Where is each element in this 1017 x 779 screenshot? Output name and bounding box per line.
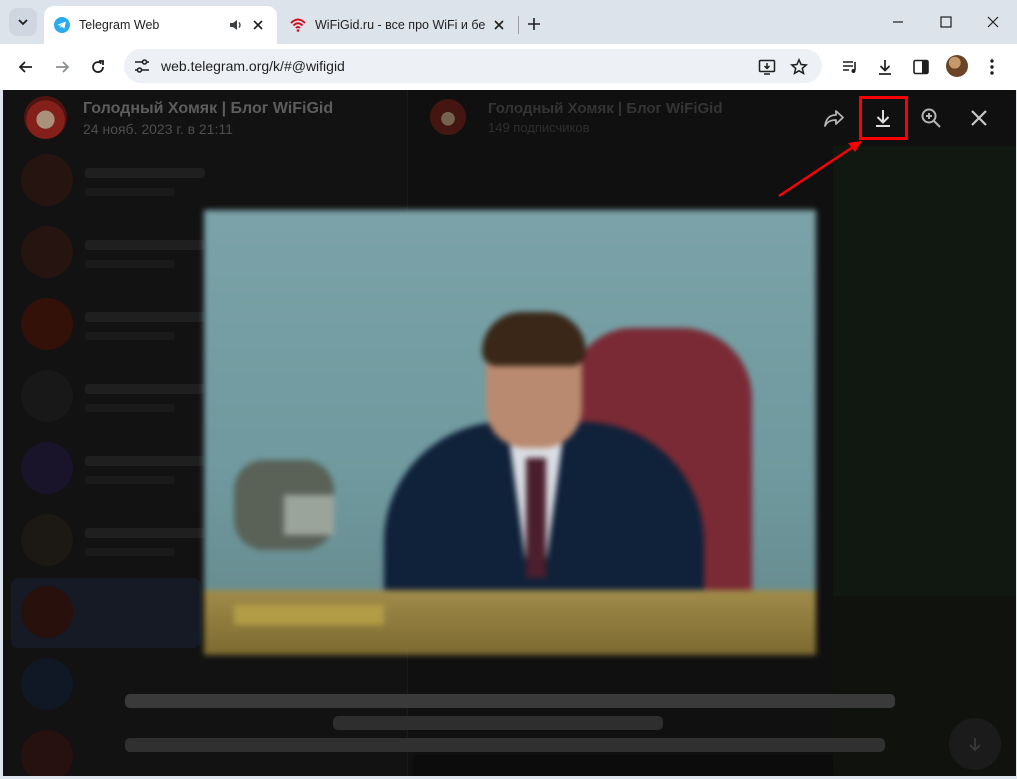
url-text[interactable]: web.telegram.org/k/#@wifigid — [161, 58, 345, 74]
address-bar[interactable]: web.telegram.org/k/#@wifigid — [124, 49, 822, 83]
media-date: 24 нояб. 2023 г. в 21:11 — [83, 121, 233, 137]
close-icon — [987, 16, 999, 28]
chat-avatar — [21, 226, 73, 278]
zoom-in-icon — [921, 108, 941, 128]
speaker-icon[interactable] — [227, 16, 245, 34]
download-icon[interactable] — [873, 55, 897, 79]
arrow-down-icon — [969, 738, 981, 752]
back-arrow-icon — [18, 61, 32, 73]
reload-button[interactable] — [84, 53, 112, 81]
reload-icon — [92, 60, 104, 73]
close-window-button[interactable] — [980, 9, 1006, 35]
chat-header-title[interactable]: Голодный Хомяк | Блог WiFiGid — [488, 100, 723, 117]
profile-avatar[interactable] — [946, 55, 968, 77]
message-caption — [125, 694, 895, 708]
close-icon — [971, 110, 987, 126]
media-author-avatar[interactable] — [24, 96, 67, 139]
maximize-icon — [940, 16, 952, 28]
message-caption — [125, 738, 885, 752]
chat-avatar — [21, 586, 73, 638]
tab-title: WiFiGid.ru - все про WiFi и бес — [315, 18, 486, 32]
chevron-down-icon — [18, 19, 28, 26]
chat-avatar — [21, 514, 73, 566]
close-tab-button[interactable] — [249, 16, 267, 34]
close-tab-button[interactable] — [490, 16, 508, 34]
scroll-down-button[interactable] — [949, 718, 1001, 770]
back-button[interactable] — [12, 53, 40, 81]
install-app-icon[interactable] — [757, 57, 777, 77]
chat-header-subscribers: 149 подписчиков — [488, 120, 590, 135]
close-icon — [494, 20, 504, 30]
media-control-icon[interactable] — [838, 55, 862, 79]
new-tab-button[interactable] — [522, 12, 546, 36]
side-panel-icon[interactable] — [909, 55, 933, 79]
tab-search-button[interactable] — [9, 8, 37, 36]
minimize-button[interactable] — [885, 9, 911, 35]
wifi-icon — [290, 18, 306, 32]
tab-wifigid[interactable]: WiFiGid.ru - все про WiFi и бес — [280, 6, 518, 44]
close-viewer-button[interactable] — [963, 102, 995, 134]
media-author-name[interactable]: Голодный Хомяк | Блог WiFiGid — [83, 100, 333, 118]
forward-button[interactable] — [48, 53, 76, 81]
chat-avatar — [21, 154, 73, 206]
plus-icon — [528, 18, 540, 30]
kebab-menu-icon[interactable] — [980, 55, 1004, 79]
browser-tab-strip: Telegram Web WiFiGid.ru - все про WiFi и… — [0, 0, 1017, 44]
channel-avatar — [430, 99, 466, 135]
media-video-frame[interactable] — [204, 210, 816, 655]
browser-toolbar: web.telegram.org/k/#@wifigid — [0, 44, 1017, 90]
maximize-button[interactable] — [933, 9, 959, 35]
close-icon — [253, 20, 263, 30]
zoom-button[interactable] — [915, 102, 947, 134]
chat-avatar — [21, 730, 73, 776]
chat-avatar — [21, 658, 73, 710]
chat-avatar — [21, 442, 73, 494]
chat-background — [833, 146, 1016, 776]
chat-avatar — [21, 298, 73, 350]
message-caption — [333, 716, 663, 730]
telegram-icon — [54, 17, 70, 33]
tab-separator — [518, 16, 519, 34]
star-icon[interactable] — [789, 57, 809, 77]
chat-avatar — [21, 370, 73, 422]
tab-title: Telegram Web — [79, 18, 160, 32]
minimize-icon — [893, 21, 903, 23]
tab-telegram[interactable]: Telegram Web — [44, 6, 277, 44]
message-input-area — [413, 755, 833, 776]
forward-button[interactable] — [818, 102, 850, 134]
share-forward-icon — [824, 110, 844, 127]
annotation-highlight-box — [859, 96, 908, 140]
tune-icon[interactable] — [133, 57, 151, 75]
forward-arrow-icon — [56, 61, 70, 73]
